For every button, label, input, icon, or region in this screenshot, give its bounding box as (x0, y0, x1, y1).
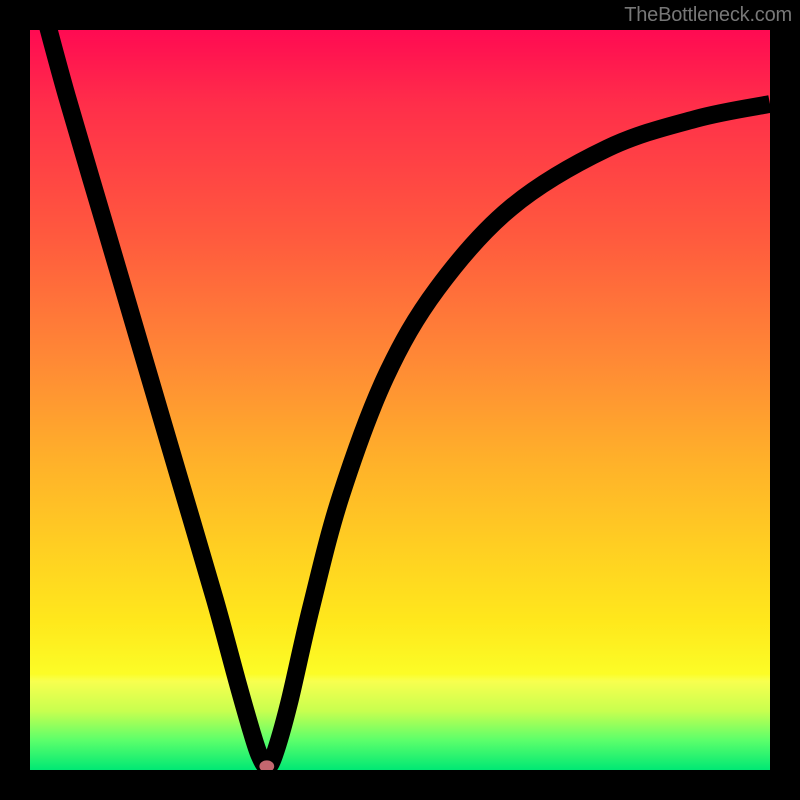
bottleneck-curve (45, 30, 770, 766)
curve-layer (30, 30, 770, 770)
watermark-text: TheBottleneck.com (624, 4, 792, 27)
plot-area (30, 30, 770, 770)
chart-frame: TheBottleneck.com (0, 0, 800, 800)
